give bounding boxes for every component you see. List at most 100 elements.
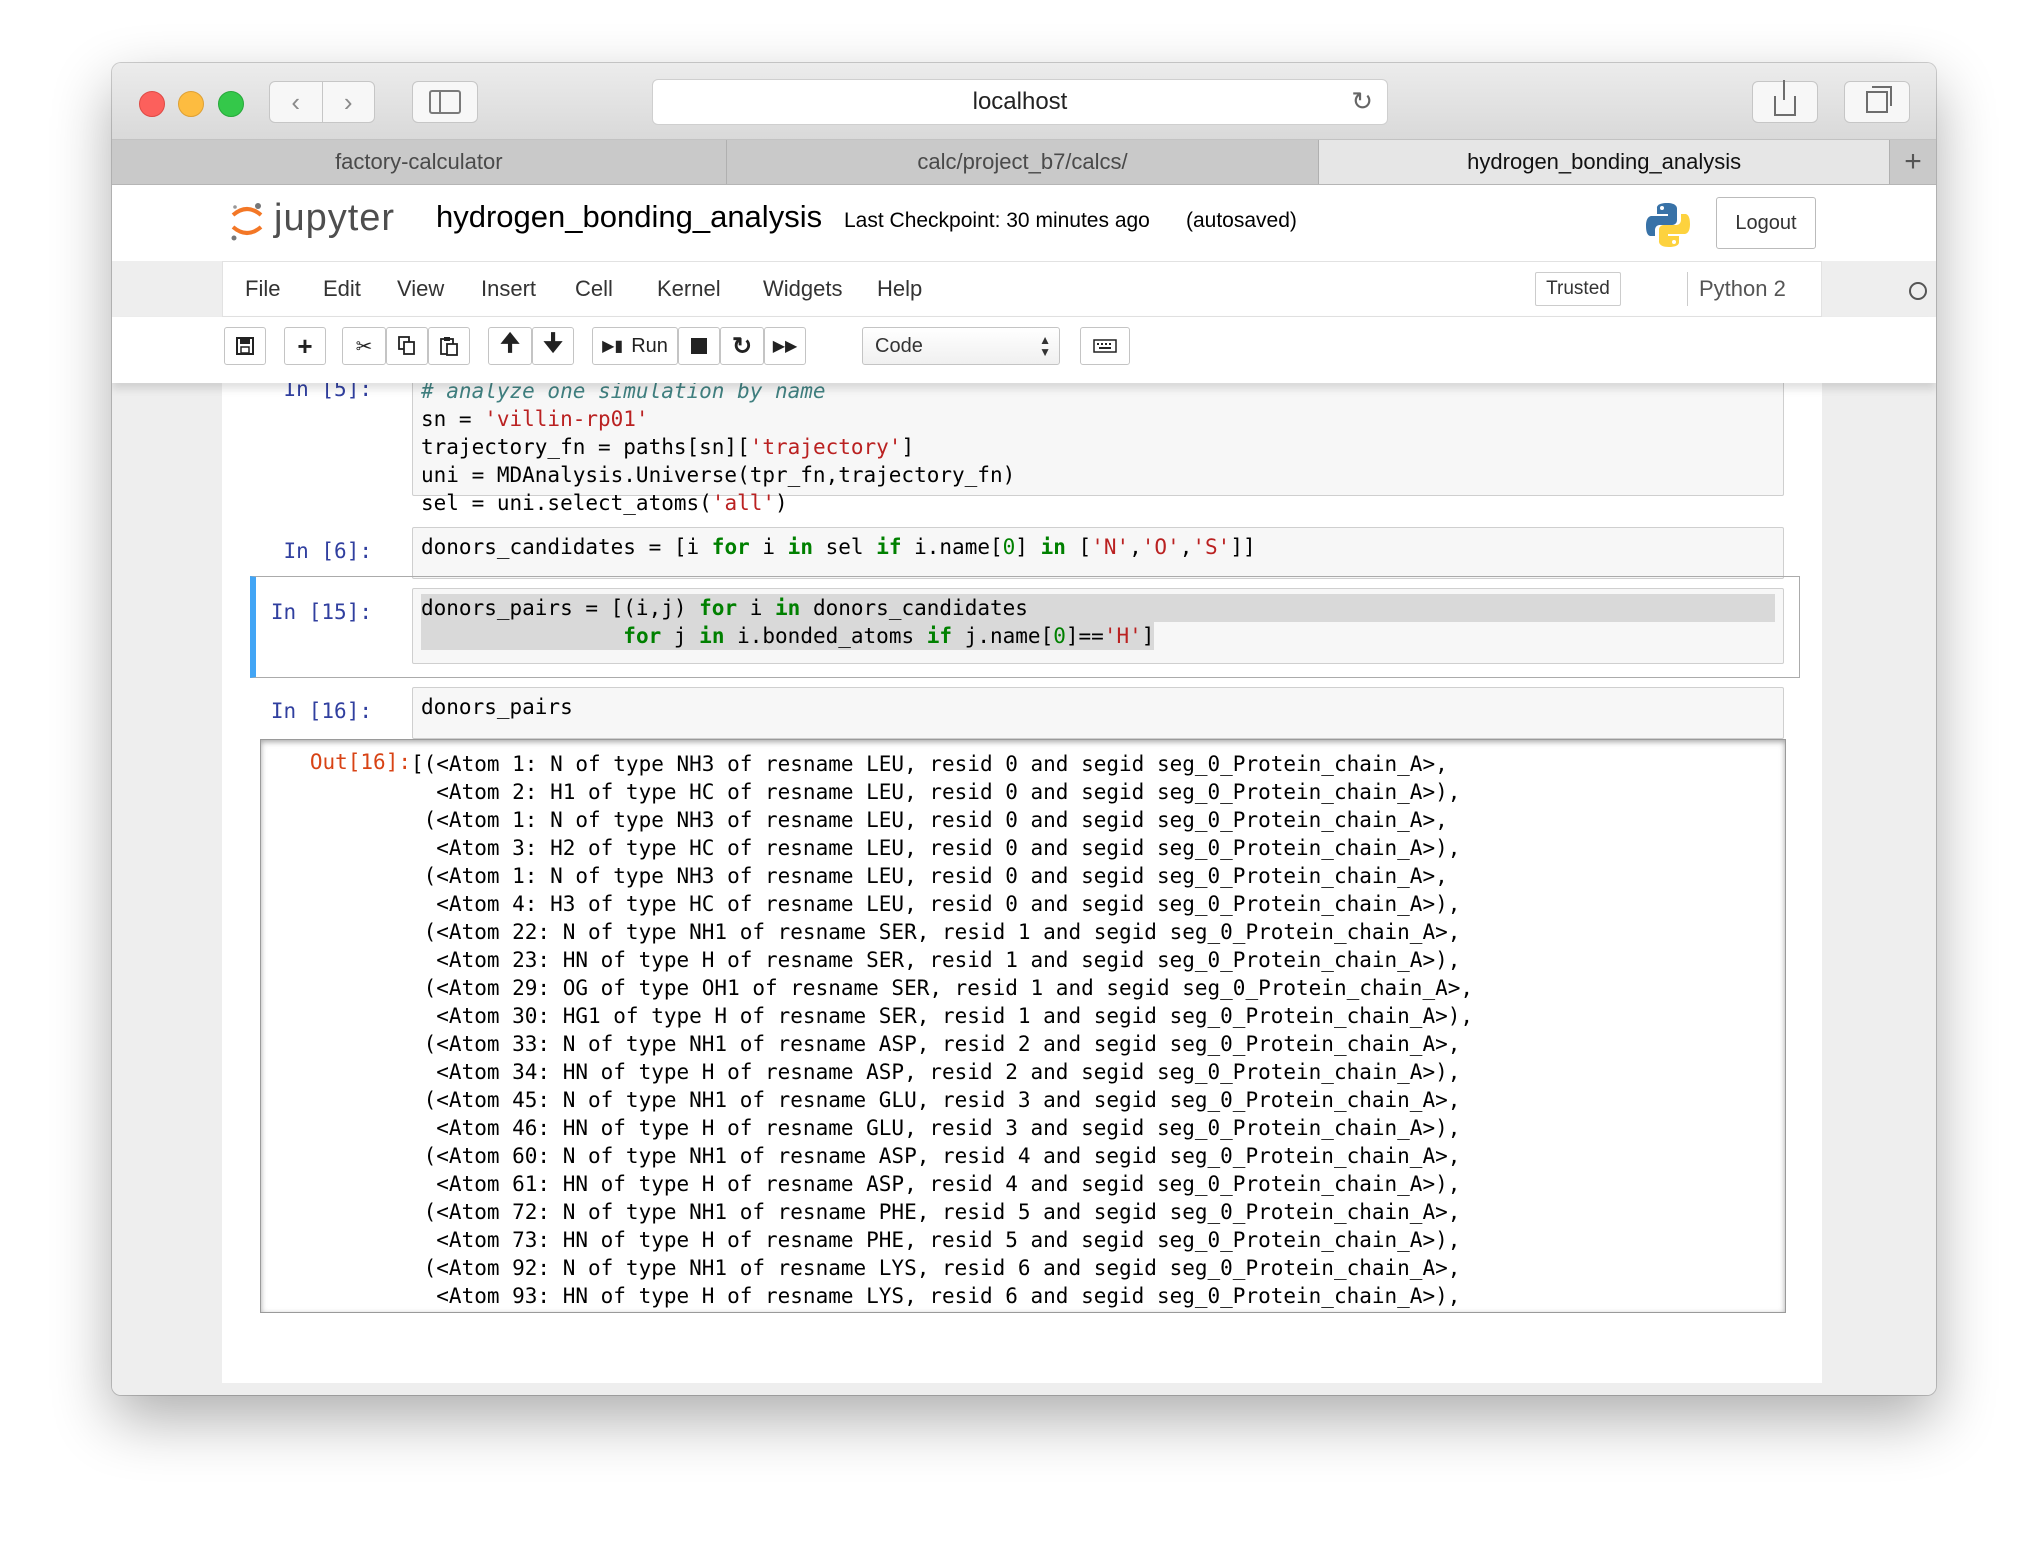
- output-line: <Atom 23: HN of type H of resname SER, r…: [411, 948, 1461, 972]
- output-line: <Atom 4: H3 of type HC of resname LEU, r…: [411, 892, 1461, 916]
- notebook-title[interactable]: hydrogen_bonding_analysis: [436, 199, 822, 235]
- code-line: trajectory_fn = paths[sn]['trajectory']: [421, 435, 915, 459]
- tab-factory-calculator[interactable]: factory-calculator: [112, 140, 727, 184]
- tab-bar: factory-calculator calc/project_b7/calcs…: [112, 140, 1936, 185]
- tab-calcs[interactable]: calc/project_b7/calcs/: [727, 140, 1320, 184]
- notebook-toolbar: + ✂ 🠉 🠋 ▶▮ Run ↻ ▶▶ Code ▲ ▼: [112, 317, 1936, 383]
- output-line: <Atom 46: HN of type H of resname GLU, r…: [411, 1116, 1461, 1140]
- input-prompt: In [16]:: [270, 699, 372, 723]
- save-button[interactable]: [224, 327, 266, 365]
- output-line: (<Atom 29: OG of type OH1 of resname SER…: [411, 976, 1474, 1000]
- menu-help[interactable]: Help: [877, 276, 922, 302]
- menu-insert[interactable]: Insert: [481, 276, 536, 302]
- jupyter-logo[interactable]: jupyter: [230, 197, 410, 249]
- output-line: (<Atom 72: N of type NH1 of resname PHE,…: [411, 1200, 1461, 1224]
- code-line: # analyze one simulation by name: [421, 383, 826, 403]
- sidebar-icon: [429, 90, 461, 114]
- restart-button[interactable]: ↻: [720, 327, 764, 365]
- code-input[interactable]: donors_candidates = [i for i in sel if i…: [412, 527, 1784, 579]
- cell-type-select[interactable]: Code ▲ ▼: [862, 327, 1060, 365]
- output-area[interactable]: Out[16]: [(<Atom 1: N of type NH3 of res…: [260, 739, 1786, 1313]
- menu-kernel[interactable]: Kernel: [657, 276, 721, 302]
- move-down-button[interactable]: 🠋: [532, 327, 574, 365]
- trusted-badge[interactable]: Trusted: [1535, 272, 1621, 306]
- code-input[interactable]: donors_pairs: [412, 687, 1784, 739]
- command-palette-button[interactable]: [1080, 327, 1130, 365]
- output-line: (<Atom 1: N of type NH3 of resname LEU, …: [411, 808, 1448, 832]
- output-line: (<Atom 22: N of type NH1 of resname SER,…: [411, 920, 1461, 944]
- cell-type-value: Code: [875, 334, 923, 357]
- menu-widgets[interactable]: Widgets: [763, 276, 842, 302]
- restart-run-all-button[interactable]: ▶▶: [764, 327, 806, 365]
- forward-arrow-icon[interactable]: ›: [323, 87, 375, 118]
- minimize-window-button[interactable]: [178, 91, 204, 117]
- save-icon: [236, 337, 254, 355]
- output-line: (<Atom 1: N of type NH3 of resname LEU, …: [411, 864, 1448, 888]
- share-button[interactable]: [1752, 80, 1818, 123]
- input-prompt: In [5]:: [283, 383, 372, 401]
- menu-bar: File Edit View Insert Cell Kernel Widget…: [222, 261, 1927, 317]
- close-window-button[interactable]: [139, 91, 165, 117]
- menu-edit[interactable]: Edit: [323, 276, 361, 302]
- code-line: donors_pairs = [(i,j) for i in donors_ca…: [421, 594, 1775, 622]
- address-text: localhost: [972, 88, 1068, 115]
- move-up-button[interactable]: 🠉: [488, 327, 532, 365]
- input-prompt: In [15]:: [270, 600, 372, 624]
- step-forward-icon: ▶▮: [602, 338, 624, 355]
- code-cell[interactable]: In [5]: # analyze one simulation by name…: [222, 383, 1822, 515]
- back-arrow-icon[interactable]: ‹: [270, 87, 322, 118]
- code-line: donors_candidates = [i for i in sel if i…: [421, 535, 1256, 559]
- code-line: for j in i.bonded_atoms if j.name[0]=='H…: [421, 622, 1155, 650]
- input-prompt: In [6]:: [283, 539, 372, 563]
- jupyter-header: jupyter hydrogen_bonding_analysis Last C…: [112, 185, 1936, 261]
- reload-icon[interactable]: ↻: [1351, 86, 1373, 117]
- insert-cell-button[interactable]: +: [284, 327, 326, 365]
- string-token: 'trajectory': [749, 435, 902, 459]
- output-line: (<Atom 33: N of type NH1 of resname ASP,…: [411, 1032, 1461, 1056]
- arrow-down-icon: 🠋: [543, 329, 563, 357]
- interrupt-button[interactable]: [678, 327, 720, 365]
- copy-icon: [398, 336, 415, 355]
- new-tab-button[interactable]: +: [1890, 140, 1936, 184]
- run-label: Run: [631, 334, 668, 357]
- output-line: <Atom 93: HN of type H of resname LYS, r…: [411, 1284, 1461, 1308]
- code-line: donors_pairs: [421, 695, 573, 719]
- code-input[interactable]: donors_pairs = [(i,j) for i in donors_ca…: [412, 588, 1784, 664]
- output-line: <Atom 2: H1 of type HC of resname LEU, r…: [411, 780, 1461, 804]
- kernel-name[interactable]: Python 2: [1699, 276, 1786, 302]
- address-bar[interactable]: localhost ↻: [652, 79, 1388, 125]
- code-cell[interactable]: In [16]: donors_pairs: [222, 687, 1822, 739]
- output-line: <Atom 61: HN of type H of resname ASP, r…: [411, 1172, 1461, 1196]
- output-line: [(<Atom 1: N of type NH3 of resname LEU,…: [411, 752, 1448, 776]
- string-token: 'villin-rp01': [484, 407, 649, 431]
- paste-button[interactable]: [428, 327, 470, 365]
- show-tabs-button[interactable]: [1844, 81, 1910, 123]
- autosave-status: (autosaved): [1186, 209, 1297, 232]
- cut-button[interactable]: ✂: [342, 327, 386, 365]
- menu-file[interactable]: File: [245, 276, 280, 302]
- arrow-up-icon: 🠉: [500, 329, 520, 357]
- paste-icon: [440, 337, 458, 356]
- logout-button[interactable]: Logout: [1716, 197, 1816, 249]
- code-cell[interactable]: In [6]: donors_candidates = [i for i in …: [222, 527, 1822, 579]
- python-logo-icon: [1646, 203, 1690, 247]
- code-line: sel = uni.select_atoms('all'): [421, 491, 788, 515]
- jupyter-logo-text: jupyter: [274, 197, 396, 239]
- code-line: uni = MDAnalysis.Universe(tpr_fn,traject…: [421, 463, 1016, 487]
- menu-cell[interactable]: Cell: [575, 276, 613, 302]
- code-input[interactable]: # analyze one simulation by name sn = 'vi…: [412, 383, 1784, 515]
- output-line: <Atom 3: H2 of type HC of resname LEU, r…: [411, 836, 1461, 860]
- title-bar: ‹ › localhost ↻: [112, 63, 1936, 140]
- copy-button[interactable]: [386, 327, 428, 365]
- menu-view[interactable]: View: [397, 276, 444, 302]
- keyboard-icon: [1093, 339, 1117, 353]
- code-cell[interactable]: In [15]: donors_pairs = [(i,j) for i in …: [222, 588, 1822, 670]
- sidebar-toggle-button[interactable]: [412, 81, 478, 123]
- output-line: (<Atom 45: N of type NH1 of resname GLU,…: [411, 1088, 1461, 1112]
- run-button[interactable]: ▶▮ Run: [592, 327, 678, 365]
- tab-hydrogen-bonding-analysis[interactable]: hydrogen_bonding_analysis: [1319, 140, 1891, 184]
- jupyter-ring-icon: [231, 203, 263, 241]
- zoom-window-button[interactable]: [218, 91, 244, 117]
- select-arrows-icon: ▲ ▼: [1039, 333, 1051, 359]
- restart-icon: ↻: [731, 332, 753, 360]
